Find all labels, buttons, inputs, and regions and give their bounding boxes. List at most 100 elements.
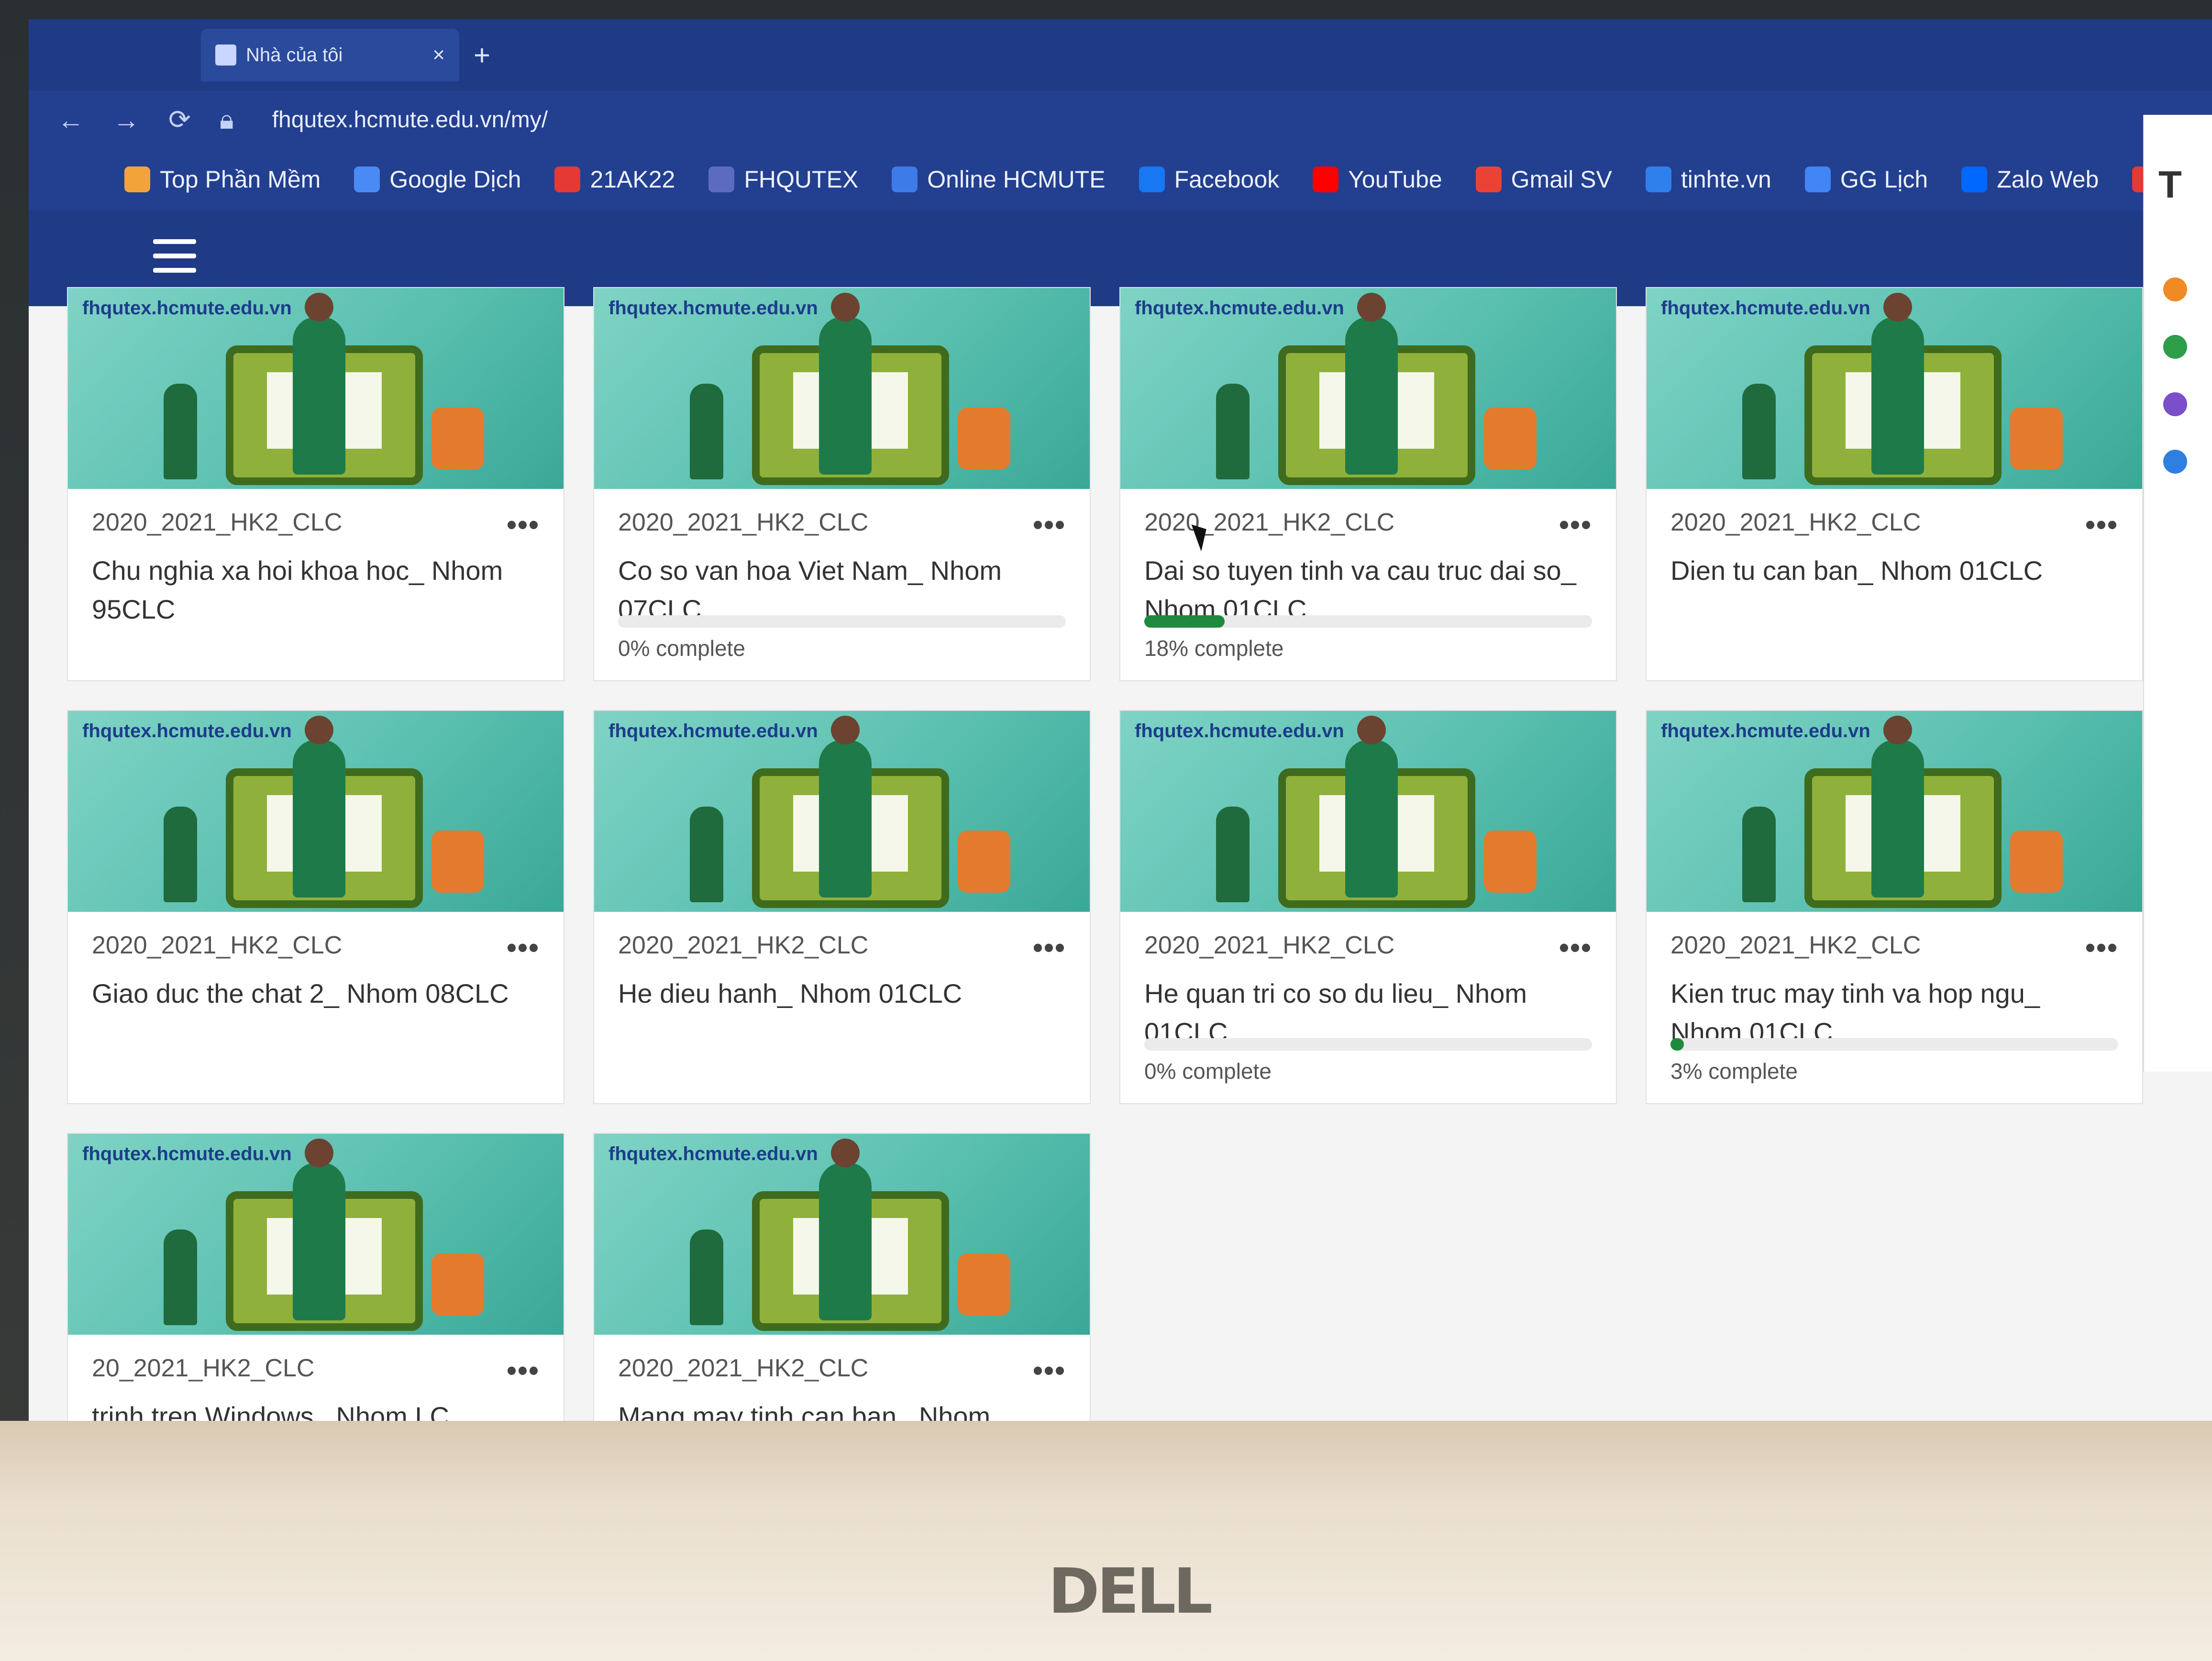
- progress-label: 0% complete: [618, 636, 745, 661]
- progress-bar: [1670, 1038, 2118, 1051]
- bookmark-icon: [554, 166, 581, 192]
- course-category: 2020_2021_HK2_CLC: [92, 509, 343, 536]
- status-dot-icon: [2163, 335, 2187, 359]
- course-banner-image[interactable]: fhqutex.hcmute.edu.vn: [1647, 711, 2142, 912]
- course-banner-image[interactable]: fhqutex.hcmute.edu.vn: [594, 288, 1090, 489]
- banner-site-label: fhqutex.hcmute.edu.vn: [1135, 720, 1344, 742]
- course-name-link[interactable]: Dien tu can ban_ Nhom 01CLC: [1670, 551, 2118, 590]
- address-bar: ← → ⟳ 🔒︎ fhqutex.hcmute.edu.vn/my/: [29, 91, 2212, 148]
- progress-label: 3% complete: [1670, 1059, 1798, 1084]
- course-category: 2020_2021_HK2_CLC: [618, 931, 869, 959]
- more-options-icon[interactable]: •••: [507, 508, 540, 541]
- bookmark-label: Facebook: [1174, 166, 1280, 193]
- banner-site-label: fhqutex.hcmute.edu.vn: [82, 1143, 292, 1164]
- more-options-icon[interactable]: •••: [507, 1354, 540, 1387]
- course-banner-image[interactable]: fhqutex.hcmute.edu.vn: [594, 711, 1090, 912]
- course-card[interactable]: fhqutex.hcmute.edu.vn 2020_2021_HK2_CLC ••…: [1119, 710, 1617, 1104]
- more-options-icon[interactable]: •••: [1559, 508, 1592, 541]
- bookmark-icon: [1139, 166, 1165, 192]
- laptop-bezel: DELL: [0, 1421, 2212, 1661]
- banner-site-label: fhqutex.hcmute.edu.vn: [608, 298, 818, 319]
- course-banner-image[interactable]: fhqutex.hcmute.edu.vn: [68, 711, 564, 912]
- course-banner-image[interactable]: fhqutex.hcmute.edu.vn: [1120, 288, 1616, 489]
- close-icon[interactable]: ×: [432, 43, 445, 67]
- course-card[interactable]: fhqutex.hcmute.edu.vn 2020_2021_HK2_CLC ••…: [593, 1133, 1091, 1421]
- bookmark-icon: [354, 166, 380, 192]
- course-grid: fhqutex.hcmute.edu.vn 2020_2021_HK2_CLC ••…: [67, 287, 2162, 1421]
- tab-title: Nhà của tôi: [246, 44, 343, 66]
- course-name-link[interactable]: trinh tren Windows_ Nhom LC: [92, 1397, 540, 1421]
- bookmark-item[interactable]: Facebook: [1139, 166, 1280, 193]
- course-name-link[interactable]: Giao duc the chat 2_ Nhom 08CLC: [92, 974, 540, 1013]
- course-name-link[interactable]: He dieu hanh_ Nhom 01CLC: [618, 974, 1066, 1013]
- more-options-icon[interactable]: •••: [1033, 1354, 1066, 1387]
- status-dot-icon: [2163, 450, 2187, 474]
- browser-tab[interactable]: Nhà của tôi ×: [201, 29, 459, 81]
- progress-fill: [1670, 1038, 1684, 1051]
- banner-site-label: fhqutex.hcmute.edu.vn: [82, 720, 292, 742]
- bookmark-item[interactable]: tinhte.vn: [1645, 166, 1771, 193]
- course-banner-image[interactable]: fhqutex.hcmute.edu.vn: [68, 1134, 564, 1335]
- course-category: 2020_2021_HK2_CLC: [618, 509, 869, 536]
- status-dot-icon: [2163, 392, 2187, 416]
- course-card[interactable]: fhqutex.hcmute.edu.vn 20_2021_HK2_CLC ••• t…: [67, 1133, 564, 1421]
- bookmark-label: FHQUTEX: [744, 166, 859, 193]
- banner-site-label: fhqutex.hcmute.edu.vn: [82, 298, 292, 319]
- bookmark-label: Top Phần Mềm: [160, 166, 321, 193]
- bookmark-item[interactable]: Gmail SV: [1475, 166, 1612, 193]
- bookmark-icon: [1804, 166, 1831, 192]
- more-options-icon[interactable]: •••: [1559, 931, 1592, 964]
- course-card[interactable]: fhqutex.hcmute.edu.vn 2020_2021_HK2_CLC ••…: [593, 710, 1091, 1104]
- course-banner-image[interactable]: fhqutex.hcmute.edu.vn: [68, 288, 564, 489]
- course-name-link[interactable]: Mang may tinh can ban_ Nhom 01CLC: [618, 1397, 1066, 1421]
- back-icon[interactable]: ←: [57, 104, 84, 135]
- course-banner-image[interactable]: fhqutex.hcmute.edu.vn: [1647, 288, 2142, 489]
- course-category: 20_2021_HK2_CLC: [92, 1354, 315, 1382]
- more-options-icon[interactable]: •••: [1033, 931, 1066, 964]
- more-options-icon[interactable]: •••: [2085, 931, 2118, 964]
- bookmark-icon: [1645, 166, 1671, 192]
- course-card[interactable]: fhqutex.hcmute.edu.vn 2020_2021_HK2_CLC ••…: [67, 710, 564, 1104]
- course-card[interactable]: fhqutex.hcmute.edu.vn 2020_2021_HK2_CLC ••…: [67, 287, 564, 681]
- course-category: 2020_2021_HK2_CLC: [618, 1354, 869, 1382]
- course-card[interactable]: fhqutex.hcmute.edu.vn 2020_2021_HK2_CLC ••…: [1119, 287, 1617, 681]
- bookmark-item[interactable]: 21AK22: [554, 166, 675, 193]
- course-name-link[interactable]: Chu nghia xa hoi khoa hoc_ Nhom 95CLC: [92, 551, 540, 629]
- screen: Nhà của tôi × + ← → ⟳ 🔒︎ fhqutex.hcmute.…: [29, 19, 2212, 1421]
- bookmark-item[interactable]: Online HCMUTE: [892, 166, 1106, 193]
- right-panel-heading: T: [2158, 163, 2182, 206]
- menu-icon[interactable]: [153, 239, 196, 273]
- reload-icon[interactable]: ⟳: [168, 104, 191, 135]
- banner-site-label: fhqutex.hcmute.edu.vn: [1661, 298, 1870, 319]
- course-banner-image[interactable]: fhqutex.hcmute.edu.vn: [1120, 711, 1616, 912]
- progress-bar: [1144, 615, 1592, 628]
- course-category: 2020_2021_HK2_CLC: [1144, 931, 1395, 959]
- bookmark-item[interactable]: FHQUTEX: [708, 166, 858, 193]
- course-category: 2020_2021_HK2_CLC: [92, 931, 343, 959]
- bookmark-item[interactable]: YouTube: [1313, 166, 1442, 193]
- forward-icon[interactable]: →: [113, 104, 140, 135]
- progress-label: 18% complete: [1144, 636, 1284, 661]
- more-options-icon[interactable]: •••: [2085, 508, 2118, 541]
- progress-label: 0% complete: [1144, 1059, 1272, 1084]
- bookmark-item[interactable]: Zalo Web: [1961, 166, 2099, 193]
- url-field[interactable]: fhqutex.hcmute.edu.vn/my/: [272, 107, 548, 133]
- bookmark-item[interactable]: Top Phần Mềm: [124, 166, 321, 193]
- progress-bar: [618, 615, 1066, 628]
- course-banner-image[interactable]: fhqutex.hcmute.edu.vn: [594, 1134, 1090, 1335]
- more-options-icon[interactable]: •••: [1033, 508, 1066, 541]
- tab-bar: Nhà của tôi × +: [29, 19, 2212, 91]
- banner-site-label: fhqutex.hcmute.edu.vn: [608, 720, 818, 742]
- course-category: 2020_2021_HK2_CLC: [1670, 509, 1921, 536]
- bookmark-item[interactable]: Google Dịch: [354, 166, 521, 193]
- tab-favicon-icon: [215, 44, 236, 66]
- more-options-icon[interactable]: •••: [507, 931, 540, 964]
- course-card[interactable]: fhqutex.hcmute.edu.vn 2020_2021_HK2_CLC ••…: [593, 287, 1091, 681]
- bookmark-item[interactable]: GG Lịch: [1804, 166, 1928, 193]
- bookmark-label: Gmail SV: [1511, 166, 1612, 193]
- course-card[interactable]: fhqutex.hcmute.edu.vn 2020_2021_HK2_CLC ••…: [1646, 287, 2143, 681]
- banner-site-label: fhqutex.hcmute.edu.vn: [1135, 298, 1344, 319]
- new-tab-icon[interactable]: +: [474, 39, 490, 72]
- course-card[interactable]: fhqutex.hcmute.edu.vn 2020_2021_HK2_CLC ••…: [1646, 710, 2143, 1104]
- course-category: 2020_2021_HK2_CLC: [1670, 931, 1921, 959]
